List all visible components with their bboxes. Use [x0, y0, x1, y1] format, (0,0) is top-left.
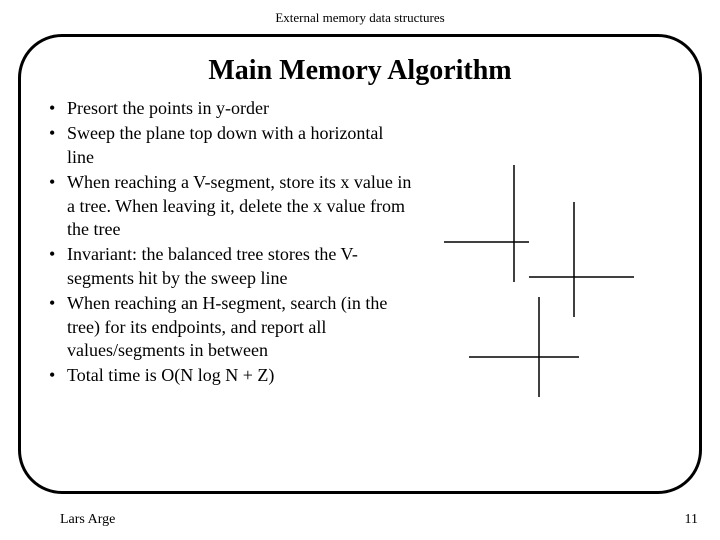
footer-author: Lars Arge: [60, 512, 115, 528]
bullet-item: Sweep the plane top down with a horizont…: [49, 122, 414, 169]
bullet-item: Presort the points in y-order: [49, 97, 414, 120]
slide-frame: Main Memory Algorithm Presort the points…: [18, 34, 702, 494]
slide-title: Main Memory Algorithm: [49, 55, 671, 87]
slide-content: Presort the points in y-order Sweep the …: [49, 97, 671, 390]
bullet-list: Presort the points in y-order Sweep the …: [49, 97, 414, 390]
bullet-item: Invariant: the balanced tree stores the …: [49, 243, 414, 290]
bullet-item: When reaching an H-segment, search (in t…: [49, 292, 414, 362]
segments-diagram: [414, 97, 671, 390]
bullet-item: Total time is O(N log N + Z): [49, 364, 414, 387]
bullet-item: When reaching a V-segment, store its x v…: [49, 171, 414, 241]
footer-page-number: 11: [685, 512, 698, 528]
slide-header: External memory data structures: [0, 0, 720, 26]
